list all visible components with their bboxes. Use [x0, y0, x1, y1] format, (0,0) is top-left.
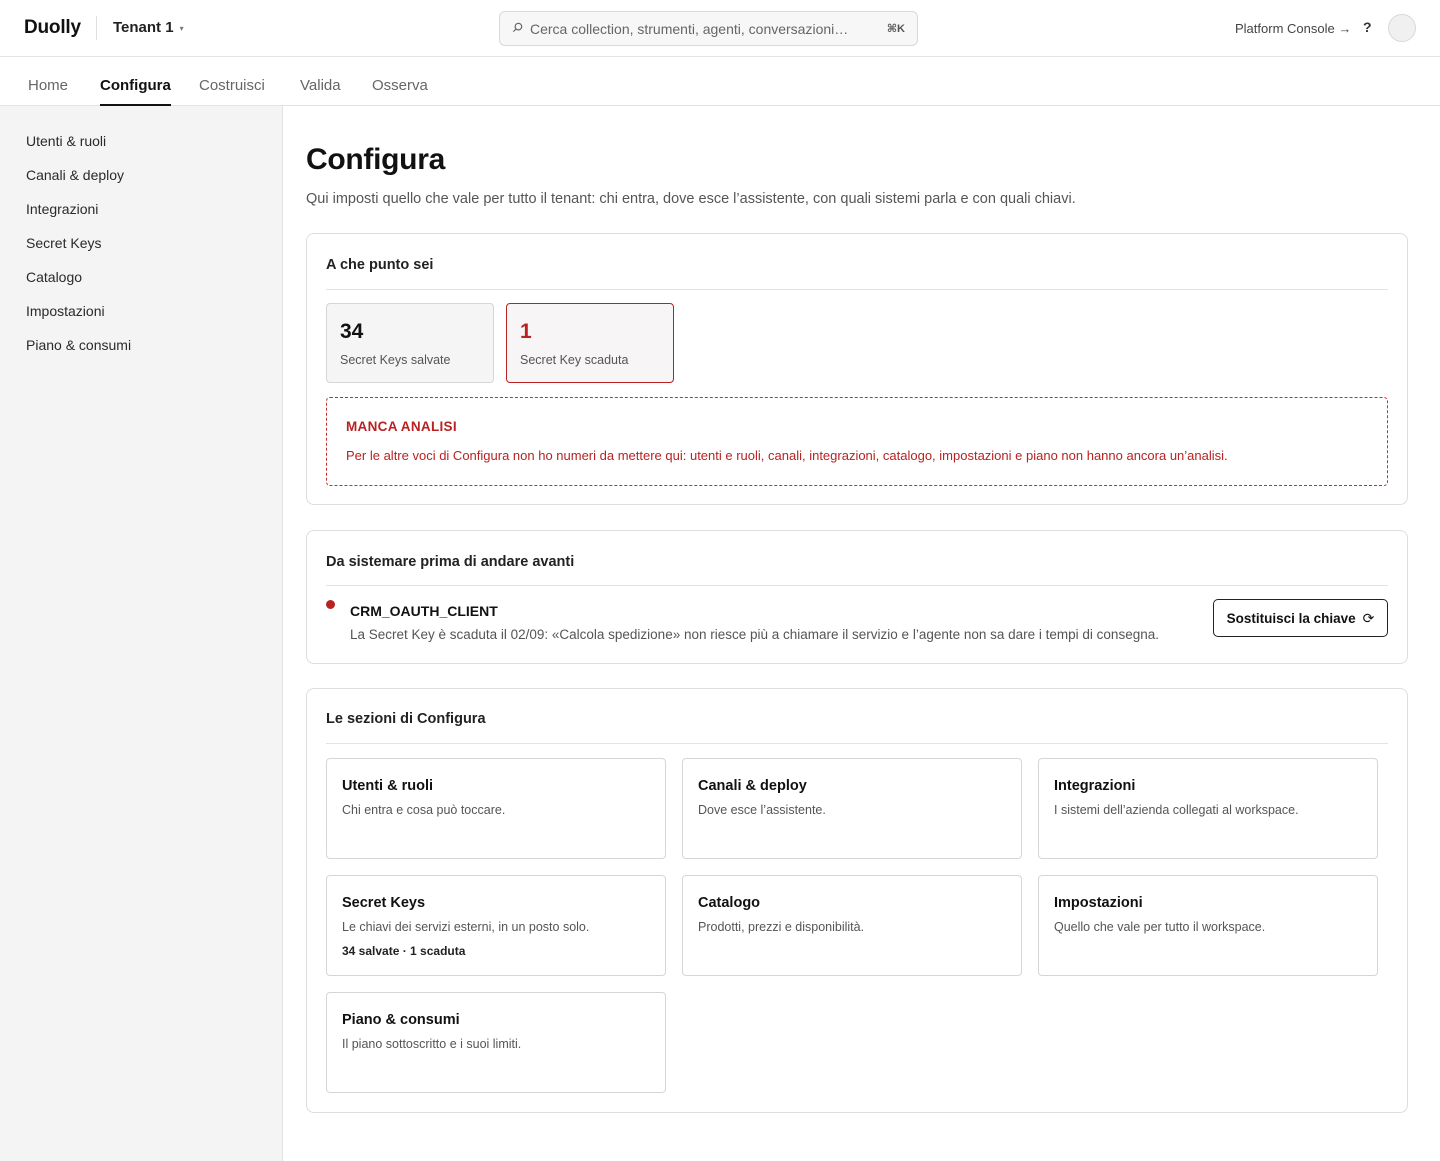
- todo-card-title: Da sistemare prima di andare avanti: [326, 554, 575, 570]
- section-tile-impostazioni[interactable]: Impostazioni Quello che vale per tutto i…: [1038, 875, 1378, 976]
- chevron-down-icon: ▾: [179, 24, 184, 33]
- tab-home[interactable]: Home: [28, 77, 68, 106]
- sidebar-item-secret-keys[interactable]: Secret Keys: [26, 235, 101, 251]
- tile-description: Chi entra e cosa può toccare.: [342, 803, 506, 817]
- global-search[interactable]: ⌘K: [499, 11, 918, 46]
- brand-divider: [96, 16, 97, 40]
- tile-description: Dove esce l’assistente.: [698, 803, 826, 817]
- section-tile-integrazioni[interactable]: Integrazioni I sistemi dell’azienda coll…: [1038, 758, 1378, 859]
- section-tile-secret-keys[interactable]: Secret Keys Le chiavi dei servizi estern…: [326, 875, 666, 976]
- sidebar-item-canali-deploy[interactable]: Canali & deploy: [26, 167, 124, 183]
- sidebar-item-impostazioni[interactable]: Impostazioni: [26, 303, 105, 319]
- sidebar-item-integrazioni[interactable]: Integrazioni: [26, 201, 98, 217]
- missing-analysis-text: Per le altre voci di Configura non ho nu…: [346, 448, 1228, 463]
- avatar[interactable]: [1388, 14, 1416, 42]
- tenant-name: Tenant 1: [113, 19, 174, 36]
- search-shortcut: ⌘K: [886, 23, 905, 35]
- sections-card: Le sezioni di Configura Utenti & ruoli C…: [306, 688, 1408, 1113]
- status-card: A che punto sei 34 Secret Keys salvate 1…: [306, 233, 1408, 505]
- missing-analysis-notice: MANCA ANALISI Per le altre voci di Confi…: [326, 397, 1388, 486]
- section-tile-catalogo[interactable]: Catalogo Prodotti, prezzi e disponibilit…: [682, 875, 1022, 976]
- tenant-switcher[interactable]: Tenant 1 ▾: [113, 19, 184, 36]
- issue-name: CRM_OAUTH_CLIENT: [350, 603, 498, 619]
- brand-logo[interactable]: Duolly: [24, 17, 81, 39]
- platform-console-link[interactable]: Platform Console →: [1235, 21, 1351, 36]
- issue-description: La Secret Key è scaduta il 02/09: «Calco…: [350, 627, 1159, 642]
- page-title: Configura: [306, 143, 445, 176]
- tab-configura[interactable]: Configura: [100, 77, 171, 106]
- tab-valida[interactable]: Valida: [300, 77, 341, 106]
- tab-osserva[interactable]: Osserva: [372, 77, 428, 106]
- refresh-icon: ⟳: [1362, 609, 1375, 626]
- tile-description: Prodotti, prezzi e disponibilità.: [698, 920, 865, 934]
- tile-title: Canali & deploy: [698, 778, 807, 794]
- tile-title: Utenti & ruoli: [342, 778, 434, 794]
- sidebar-item-piano-consumi[interactable]: Piano & consumi: [26, 337, 131, 353]
- tile-meta: 34 salvate · 1 scaduta: [342, 944, 466, 958]
- stat-label: Secret Key scaduta: [520, 353, 629, 367]
- missing-analysis-title: MANCA ANALISI: [346, 419, 457, 434]
- tab-costruisci[interactable]: Costruisci: [199, 77, 265, 106]
- main-tabs: Home Configura Costruisci Valida Osserva: [0, 57, 1440, 106]
- tile-description: I sistemi dell’azienda collegati al work…: [1054, 803, 1299, 817]
- tile-description: Il piano sottoscritto e i suoi limiti.: [342, 1037, 522, 1051]
- sidebar-item-catalogo[interactable]: Catalogo: [26, 269, 82, 285]
- todo-card: Da sistemare prima di andare avanti CRM_…: [306, 530, 1408, 664]
- tile-title: Integrazioni: [1054, 778, 1136, 794]
- tile-title: Piano & consumi: [342, 1012, 460, 1028]
- search-icon: [512, 22, 526, 36]
- help-button[interactable]: ?: [1363, 19, 1372, 35]
- stat-label: Secret Keys salvate: [340, 353, 451, 367]
- tile-description: Le chiavi dei servizi esterni, in un pos…: [342, 920, 590, 934]
- search-input[interactable]: [530, 20, 887, 37]
- replace-key-label: Sostituisci la chiave: [1226, 610, 1356, 626]
- tile-title: Catalogo: [698, 895, 761, 911]
- divider: [326, 289, 1388, 290]
- page-subtitle: Qui imposti quello che vale per tutto il…: [306, 191, 1076, 207]
- stat-saved-keys[interactable]: 34 Secret Keys salvate: [326, 303, 494, 383]
- stat-value: 34: [340, 320, 364, 343]
- divider: [326, 743, 1388, 744]
- tile-title: Secret Keys: [342, 895, 426, 911]
- tile-title: Impostazioni: [1054, 895, 1143, 911]
- alert-dot-icon: [326, 600, 335, 609]
- replace-key-button[interactable]: Sostituisci la chiave ⟳: [1213, 599, 1388, 637]
- stat-value: 1: [520, 320, 532, 343]
- section-tile-piano-consumi[interactable]: Piano & consumi Il piano sottoscritto e …: [326, 992, 666, 1093]
- divider: [326, 585, 1388, 586]
- sidebar: Utenti & ruoli Canali & deploy Integrazi…: [0, 106, 283, 1161]
- status-card-title: A che punto sei: [326, 257, 434, 273]
- section-tile-canali-deploy[interactable]: Canali & deploy Dove esce l’assistente.: [682, 758, 1022, 859]
- sidebar-item-utenti-ruoli[interactable]: Utenti & ruoli: [26, 133, 106, 149]
- section-tile-utenti-ruoli[interactable]: Utenti & ruoli Chi entra e cosa può tocc…: [326, 758, 666, 859]
- sections-card-title: Le sezioni di Configura: [326, 711, 486, 727]
- tile-description: Quello che vale per tutto il workspace.: [1054, 920, 1266, 934]
- top-bar: Duolly Tenant 1 ▾ ⌘K Platform Console → …: [0, 0, 1440, 57]
- stat-expired-keys[interactable]: 1 Secret Key scaduta: [506, 303, 674, 383]
